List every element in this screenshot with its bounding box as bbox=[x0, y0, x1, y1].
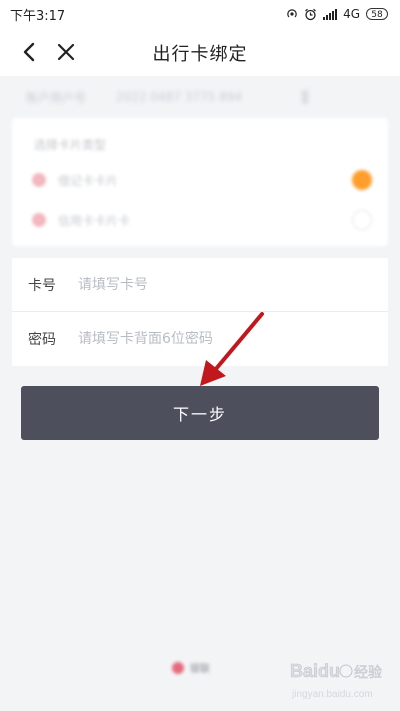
watermark-cn-text: 经验 bbox=[354, 665, 382, 681]
footer-brand: 银联 bbox=[172, 660, 210, 675]
baidu-jingyan-watermark: Baidu 经验 jingyan.baidu.com bbox=[290, 661, 383, 700]
account-label: 账户用户号 bbox=[26, 90, 87, 105]
card-type-title: 选择卡片类型 bbox=[34, 138, 107, 152]
card-type-option-debit[interactable]: 借记卡卡片 bbox=[32, 168, 372, 192]
signal-icon bbox=[323, 8, 338, 20]
hotspot-icon bbox=[287, 9, 297, 18]
status-time: 下午3:17 bbox=[10, 8, 66, 24]
radio-selected-icon[interactable] bbox=[352, 170, 372, 190]
card-number-row: 卡号 bbox=[12, 258, 388, 312]
watermark-logo-text: Baidu bbox=[290, 661, 340, 681]
radio-unselected-icon[interactable] bbox=[352, 210, 372, 230]
account-value: 2022 0487 3775 894 bbox=[116, 90, 242, 104]
nav-bar: 出行卡绑定 bbox=[0, 28, 400, 76]
card-number-label: 卡号 bbox=[28, 277, 56, 294]
page-title: 出行卡绑定 bbox=[152, 44, 248, 65]
card-type-option-label: 借记卡卡片 bbox=[58, 173, 119, 188]
next-step-button[interactable]: 下一步 bbox=[21, 386, 379, 440]
watermark-url: jingyan.baidu.com bbox=[291, 689, 373, 700]
card-type-option-label: 信用卡卡片卡 bbox=[58, 213, 131, 228]
network-type: 4G bbox=[343, 7, 360, 21]
card-type-option-credit[interactable]: 信用卡卡片卡 bbox=[32, 208, 372, 232]
status-bar: 下午3:17 4G 58 bbox=[0, 0, 400, 28]
card-number-input[interactable] bbox=[78, 276, 358, 293]
battery-icon: 58 bbox=[366, 8, 388, 20]
account-edit-icon bbox=[302, 90, 308, 104]
bank-logo-icon bbox=[32, 173, 46, 187]
alarm-icon bbox=[305, 8, 316, 20]
footer-brand-text: 银联 bbox=[190, 664, 210, 675]
screen: 下午3:17 4G 58 出行卡绑定 账户用户号 2022 0487 3775 … bbox=[0, 0, 400, 711]
account-row: 账户用户号 2022 0487 3775 894 bbox=[12, 80, 388, 114]
password-label: 密码 bbox=[28, 332, 56, 348]
bank-logo-icon bbox=[32, 213, 46, 227]
unionpay-logo-icon bbox=[172, 661, 184, 674]
status-icons: 4G 58 bbox=[286, 7, 388, 21]
annotation-arrow-icon bbox=[200, 312, 264, 386]
card-type-panel: 选择卡片类型 借记卡卡片 信用卡卡片卡 bbox=[12, 118, 388, 246]
